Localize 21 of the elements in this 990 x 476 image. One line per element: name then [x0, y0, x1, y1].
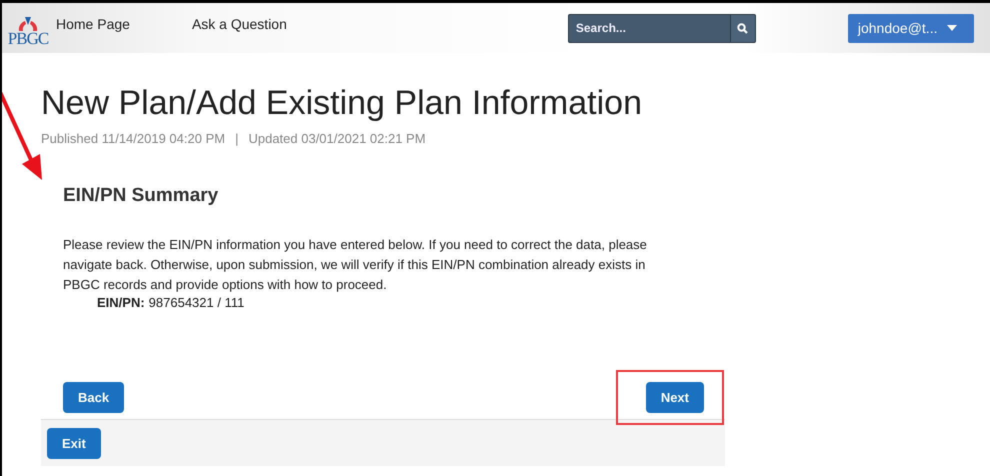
next-button[interactable]: Next [646, 382, 704, 412]
page-title: New Plan/Add Existing Plan Information [41, 83, 643, 123]
published-date: Published 11/14/2019 04:20 PM [41, 131, 226, 146]
exit-button[interactable]: Exit [47, 428, 101, 458]
instructions-text: Please review the EIN/PN information you have entered below. If you need to correct the data, please navigate back. Otherwise, upon submission, we will verify if this EIN/PN combination already exists in PBGC records and provide options with how to proceed. [63, 236, 648, 294]
search-icon [737, 22, 748, 34]
back-button[interactable]: Back [63, 382, 124, 412]
caret-icon [947, 25, 958, 31]
logo-text: PBGC [8, 30, 48, 46]
pbgc-logo[interactable]: PBGC [6, 14, 50, 46]
search-field[interactable]: Search... [568, 14, 730, 42]
field-value: 987654321 / 111 [148, 295, 244, 310]
user-menu-button[interactable]: johndoe@t... [848, 14, 974, 42]
nav-link[interactable]: Home Page [56, 16, 130, 32]
logo-icon [17, 14, 39, 30]
updated-date: Updated 03/01/2021 02:21 PM [248, 131, 426, 146]
section-heading: EIN/PN Summary [63, 184, 220, 208]
separator: | [235, 131, 238, 146]
search-button[interactable] [730, 14, 756, 42]
field-label: EIN/PN: [97, 295, 145, 310]
nav-link[interactable]: Ask a Question [192, 16, 287, 32]
